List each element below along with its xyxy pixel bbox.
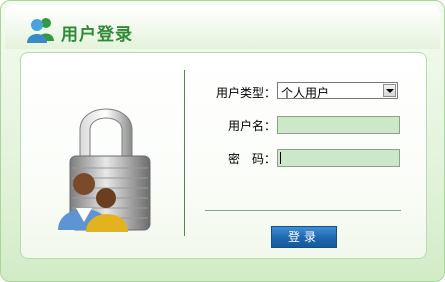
username-input[interactable] — [277, 116, 400, 134]
chevron-down-icon[interactable] — [383, 84, 396, 97]
login-button[interactable]: 登录 — [271, 226, 337, 248]
user-type-label: 用户类型： — [215, 86, 276, 100]
vertical-divider — [184, 70, 185, 236]
password-label: 密 码： — [227, 152, 276, 166]
password-input[interactable] — [277, 149, 400, 167]
lock-users-icon — [58, 108, 151, 232]
text-cursor — [280, 152, 281, 164]
user-type-select[interactable]: 个人用户 — [277, 82, 398, 100]
username-label: 用户名： — [227, 119, 276, 133]
user-type-value: 个人用户 — [281, 86, 330, 100]
messenger-logo-icon — [27, 18, 54, 43]
horizontal-divider — [205, 210, 401, 211]
page-title: 用户登录 — [61, 25, 133, 45]
